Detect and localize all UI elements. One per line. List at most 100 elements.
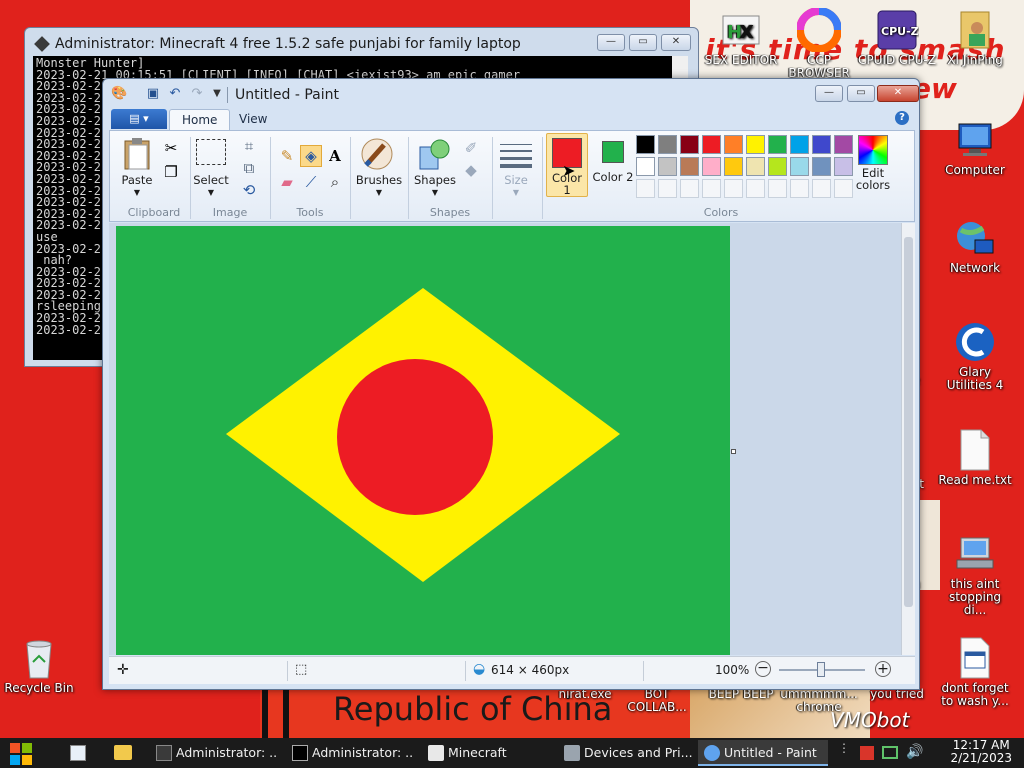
select-dropdown-icon[interactable]: ▼ [204,187,218,199]
brushes-dropdown-icon[interactable]: ▼ [372,187,386,199]
paint-window[interactable]: 🎨 ▣ ↶ ↷ ▼ Untitled - Paint — ▭ ✕ ▤ ▾ Hom… [102,78,920,690]
palette-swatch[interactable] [702,157,721,176]
palette-custom-slot[interactable] [724,179,743,198]
flag-icon[interactable] [860,746,874,760]
start-button[interactable] [10,743,32,765]
tab-home[interactable]: Home [169,109,231,131]
taskbar-console-minecraft[interactable]: Administrator: ... [150,740,278,766]
palette-swatch[interactable] [658,135,677,154]
palette-swatch[interactable] [768,157,787,176]
palette-swatch[interactable] [680,157,699,176]
canvas-resize-handle[interactable] [731,449,736,454]
palette-swatch[interactable] [658,157,677,176]
copy-icon[interactable]: ❐ [160,161,182,183]
scrollbar-thumb[interactable] [904,237,913,607]
console-maximize-button[interactable]: ▭ [629,34,657,51]
zoom-out-button[interactable]: − [755,661,771,677]
color-picker-icon[interactable]: ⟋ [300,171,322,193]
palette-swatch[interactable] [812,135,831,154]
rotate-icon[interactable]: ⟲ [238,179,260,201]
chrome-shortcut-icon[interactable]: ummmmm... chrome [780,688,858,714]
select-icon[interactable] [196,139,226,165]
console-minimize-button[interactable]: — [597,34,625,51]
palette-swatch[interactable] [702,135,721,154]
recycle-bin-icon[interactable]: Recycle Bin [0,636,78,695]
bot-collab-icon[interactable]: BOT COLLAB... [622,688,692,714]
palette-swatch[interactable] [636,135,655,154]
taskbar-pinned-app-icon[interactable] [70,745,86,761]
tray-overflow-icon[interactable]: ⋮ [838,742,850,760]
drawing-canvas[interactable] [116,226,730,655]
brushes-icon[interactable] [360,137,394,171]
canvas-area[interactable] [109,223,901,655]
resize-icon[interactable]: ⧉ [238,157,260,179]
taskbar-paint[interactable]: Untitled - Paint [698,740,828,766]
paint-file-menu-button[interactable]: ▤ ▾ [111,109,167,129]
volume-icon[interactable]: 🔊 [906,744,923,760]
taskbar-devices-printers[interactable]: Devices and Pri... [558,740,692,766]
shapes-button[interactable]: Shapes [410,174,460,186]
file-explorer-icon[interactable] [114,745,132,760]
eraser-icon[interactable]: ▰ [276,171,298,193]
magnifier-icon[interactable]: ⌕ [324,171,346,193]
palette-custom-slot[interactable] [636,179,655,198]
fill-shape-icon[interactable]: ◆ [460,159,482,181]
palette-swatch[interactable] [812,157,831,176]
edit-colors-button[interactable]: Edit colors [848,167,898,191]
palette-custom-slot[interactable] [768,179,787,198]
palette-swatch[interactable] [724,157,743,176]
size-dropdown-icon[interactable]: ▼ [509,187,523,199]
outline-icon[interactable]: ✐ [460,137,482,159]
pencil-icon[interactable]: ✎ [276,145,298,167]
cut-icon[interactable]: ✂ [160,137,182,159]
palette-swatch[interactable] [680,135,699,154]
paste-dropdown-icon[interactable]: ▼ [130,187,144,199]
clock[interactable]: 12:17 AM 2/21/2023 [950,739,1012,765]
paint-maximize-button[interactable]: ▭ [847,85,875,102]
ccp-browser-icon[interactable]: CCP BROWSER [780,8,858,80]
fill-icon[interactable]: ◈ [300,145,322,167]
redo-icon[interactable]: ↷ [189,87,205,101]
palette-swatch[interactable] [636,157,655,176]
palette-swatch[interactable] [746,135,765,154]
tab-view[interactable]: View [227,109,279,131]
palette-swatch[interactable] [790,135,809,154]
select-button[interactable]: Select [190,174,232,186]
shapes-dropdown-icon[interactable]: ▼ [428,187,442,199]
network-icon[interactable]: Network [936,216,1014,275]
palette-custom-slot[interactable] [658,179,677,198]
calendar-file-icon[interactable]: dont forget to wash y... [936,636,1014,708]
paste-icon[interactable] [122,137,152,171]
paint-minimize-button[interactable]: — [815,85,843,102]
paint-titlebar[interactable]: 🎨 ▣ ↶ ↷ ▼ Untitled - Paint — ▭ ✕ [103,79,919,109]
taskbar-cmd[interactable]: Administrator: ... [286,740,414,766]
palette-swatch[interactable] [746,157,765,176]
palette-custom-slot[interactable] [790,179,809,198]
vertical-scrollbar[interactable] [901,223,915,655]
hex-editor-icon[interactable]: HX SEX EDITOR [702,8,780,67]
paste-button[interactable]: Paste [116,174,158,186]
cpuz-icon[interactable]: CPU-Z CPUID CPU-Z [858,8,936,67]
network-tray-icon[interactable] [882,746,898,759]
console-close-button[interactable]: ✕ [661,34,691,51]
taskbar-minecraft[interactable]: Minecraft [422,740,550,766]
user-folder-icon[interactable]: XI JinPing [936,8,1014,67]
text-file-icon[interactable]: Read me.txt [936,428,1014,487]
zoom-slider-thumb[interactable] [817,662,825,677]
customize-qat-icon[interactable]: ▼ [209,87,225,101]
glary-utilities-icon[interactable]: Glary Utilities 4 [936,320,1014,392]
zoom-in-button[interactable]: + [875,661,891,677]
palette-custom-slot[interactable] [812,179,831,198]
help-icon[interactable]: ? [895,111,909,125]
size-button[interactable]: Size [494,174,538,186]
palette-custom-slot[interactable] [680,179,699,198]
color2-button[interactable]: Color 2 [592,133,634,197]
brushes-button[interactable]: Brushes [354,174,404,186]
text-icon[interactable]: A [324,145,346,167]
network-drive-icon[interactable]: this aint stopping di... [936,532,1014,617]
shapes-icon[interactable] [416,137,452,171]
palette-swatch[interactable] [834,135,853,154]
palette-swatch[interactable] [790,157,809,176]
size-icon[interactable] [500,141,532,168]
computer-icon[interactable]: Computer [936,118,1014,177]
